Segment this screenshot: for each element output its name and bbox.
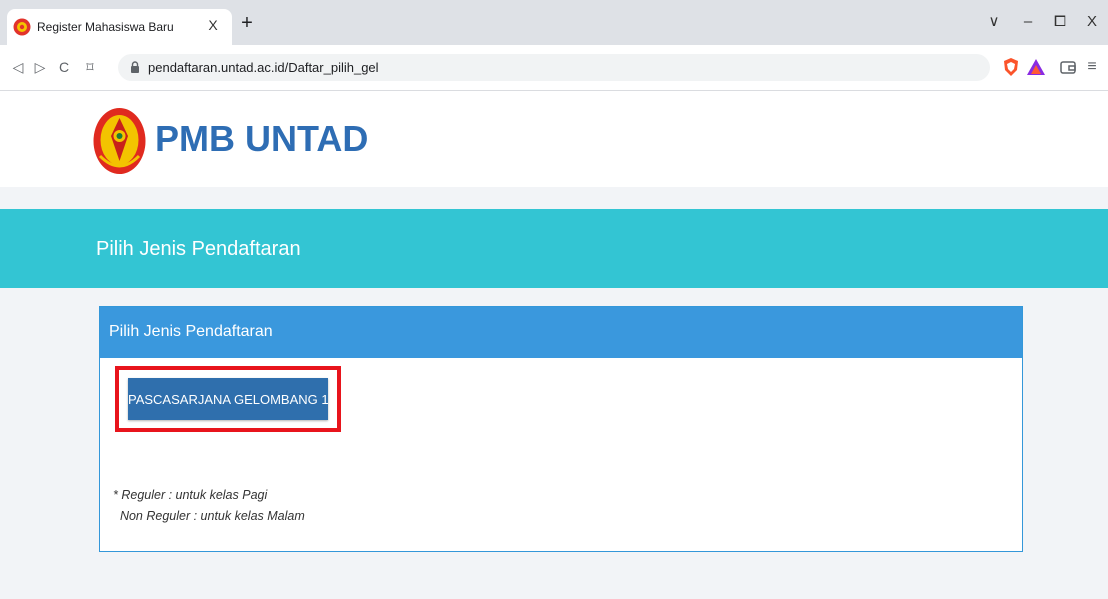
tab-title: Register Mahasiswa Baru <box>37 20 174 34</box>
site-header: PMB UNTAD <box>0 91 1108 187</box>
new-tab-icon[interactable]: + <box>236 13 258 35</box>
forward-icon[interactable]: ▷ <box>30 57 50 77</box>
browser-tab-bar: Register Mahasiswa Baru X + ∨ – ⧠ X <box>0 0 1108 45</box>
browser-toolbar: ◁ ▷ C ⌑ pendaftaran.untad.ac.id/Daftar_p… <box>0 45 1108 91</box>
note-reguler: * Reguler : untuk kelas Pagi <box>113 488 268 502</box>
reload-icon[interactable]: C <box>54 57 74 77</box>
tab-search-icon[interactable]: ∨ <box>982 12 1006 32</box>
highlight-box: PASCASARJANA GELOMBANG 1 <box>115 366 341 432</box>
note-non-reguler: Non Reguler : untuk kelas Malam <box>113 509 305 523</box>
pascasarjana-gelombang-button[interactable]: PASCASARJANA GELOMBANG 1 <box>128 378 329 420</box>
wallet-icon[interactable] <box>1058 57 1078 77</box>
page-banner: Pilih Jenis Pendaftaran <box>0 209 1108 288</box>
url-text: pendaftaran.untad.ac.id/Daftar_pilih_gel <box>148 60 379 75</box>
lock-icon <box>131 61 139 73</box>
menu-icon[interactable]: ≡ <box>1082 57 1102 77</box>
panel-header: Pilih Jenis Pendaftaran <box>100 307 1022 358</box>
brave-shield-icon[interactable] <box>1001 57 1021 77</box>
bookmark-icon[interactable]: ⌑ <box>80 57 100 77</box>
registration-panel: Pilih Jenis Pendaftaran PASCASARJANA GEL… <box>99 306 1023 552</box>
brand-title[interactable]: PMB UNTAD <box>155 118 368 160</box>
close-window-icon[interactable]: X <box>1080 12 1104 32</box>
untad-logo-icon <box>13 18 31 36</box>
restore-icon[interactable]: ⧠ <box>1048 12 1072 32</box>
panel-title: Pilih Jenis Pendaftaran <box>109 323 273 340</box>
back-icon[interactable]: ◁ <box>8 57 28 77</box>
address-bar[interactable]: pendaftaran.untad.ac.id/Daftar_pilih_gel <box>118 54 990 81</box>
untad-logo <box>93 108 146 174</box>
brave-rewards-icon[interactable] <box>1026 57 1046 77</box>
minimize-icon[interactable]: – <box>1016 12 1040 32</box>
tab-close-icon[interactable]: X <box>204 16 222 34</box>
browser-tab[interactable]: Register Mahasiswa Baru X <box>7 9 232 45</box>
page-title: Pilih Jenis Pendaftaran <box>96 238 301 260</box>
